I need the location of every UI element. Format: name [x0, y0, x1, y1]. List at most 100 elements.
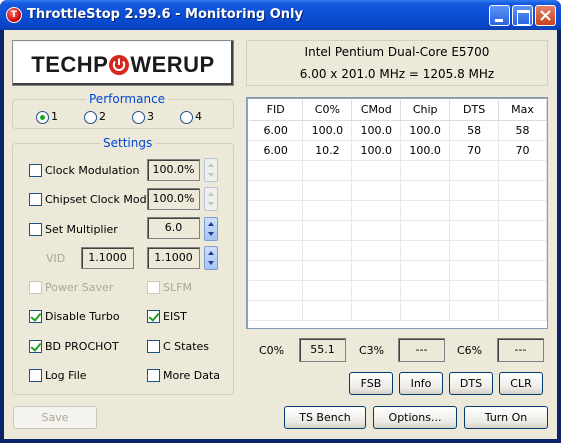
- performance-title: Performance: [86, 92, 169, 106]
- c-states-label: C States: [163, 340, 210, 353]
- bd-prochot-checkbox[interactable]: [29, 340, 42, 353]
- table-row: 6.00 100.0 100.0 100.0 58 58: [249, 120, 547, 141]
- clock-modulation-checkbox[interactable]: [29, 164, 42, 177]
- dts-button[interactable]: DTS: [449, 372, 493, 395]
- disable-turbo-label: Disable Turbo: [45, 310, 120, 323]
- eist-checkbox[interactable]: [147, 310, 160, 323]
- table-cell: 70: [449, 140, 500, 161]
- settings-title: Settings: [100, 136, 156, 150]
- c0-label: C0%: [259, 344, 285, 357]
- ts-bench-button[interactable]: TS Bench: [284, 406, 366, 429]
- minimize-button[interactable]: [489, 5, 510, 26]
- log-file-checkbox[interactable]: [29, 369, 42, 382]
- table-row: [249, 260, 547, 281]
- col-cmod-header: CMod: [351, 100, 402, 121]
- table-cell: 58: [449, 120, 500, 141]
- slfm-checkbox[interactable]: [147, 281, 160, 294]
- set-multiplier-spinner[interactable]: [204, 217, 218, 241]
- table-header-row: FID C0% CMod Chip DTS Max: [249, 100, 547, 121]
- col-c0-header: C0%: [302, 100, 353, 121]
- chipset-clock-mod-value: 100.0%: [147, 188, 200, 210]
- vid-label: VID: [46, 252, 66, 265]
- table-row: [249, 160, 547, 181]
- performance-radio-4-label: 4: [195, 110, 202, 123]
- table-cell: 6.00: [249, 120, 304, 141]
- client-area: TECHP WERUP Performance 1 2 3 4 Settings …: [4, 30, 557, 439]
- clock-modulation-label: Clock Modulation: [45, 164, 140, 177]
- close-button[interactable]: [535, 5, 556, 26]
- clock-modulation-value: 100.0%: [147, 159, 200, 181]
- monitor-table: FID C0% CMod Chip DTS Max 6.00 100.0 100…: [246, 97, 548, 329]
- chipset-clock-mod-spinner[interactable]: [204, 187, 218, 211]
- save-button[interactable]: Save: [13, 406, 97, 429]
- performance-radio-3-label: 3: [147, 110, 154, 123]
- spin-down-icon: [208, 173, 214, 177]
- table-row: [249, 220, 547, 241]
- fsb-button[interactable]: FSB: [349, 372, 393, 395]
- col-fid-header: FID: [249, 100, 304, 121]
- c-states-checkbox[interactable]: [147, 340, 160, 353]
- col-max-header: Max: [498, 100, 547, 121]
- close-icon: [540, 10, 551, 21]
- c6-value: ---: [497, 338, 544, 362]
- chipset-clock-mod-label: Chipset Clock Mod: [45, 193, 147, 206]
- table-row: [249, 300, 547, 321]
- table-cell: 100.0: [400, 120, 451, 141]
- power-saver-label: Power Saver: [45, 281, 114, 294]
- spin-down-icon: [208, 232, 214, 236]
- vid-spinner[interactable]: [204, 246, 218, 270]
- performance-radio-4[interactable]: [180, 111, 193, 124]
- table-cell: 100.0: [351, 140, 402, 161]
- cpu-frequency: 6.00 x 201.0 MHz = 1205.8 MHz: [299, 67, 495, 81]
- performance-radio-1[interactable]: [36, 111, 49, 124]
- performance-radio-2[interactable]: [84, 111, 97, 124]
- app-icon[interactable]: T: [6, 7, 22, 23]
- table-row: [249, 240, 547, 261]
- clock-modulation-spinner[interactable]: [204, 158, 218, 182]
- table-row: [249, 280, 547, 301]
- table-cell: 100.0: [400, 140, 451, 161]
- bd-prochot-label: BD PROCHOT: [45, 340, 119, 353]
- settings-group: Settings: [12, 136, 234, 395]
- performance-radio-3[interactable]: [132, 111, 145, 124]
- maximize-button[interactable]: [512, 5, 533, 26]
- table-cell: 70: [498, 140, 547, 161]
- performance-radio-1-label: 1: [51, 110, 58, 123]
- app-window: T ThrottleStop 2.99.6 - Monitoring Only …: [0, 0, 561, 443]
- set-multiplier-checkbox[interactable]: [29, 223, 42, 236]
- clr-button[interactable]: CLR: [499, 372, 543, 395]
- logo-text-right: WERUP: [130, 52, 215, 77]
- techpowerup-logo[interactable]: TECHP WERUP: [12, 40, 234, 86]
- spin-up-icon: [208, 163, 214, 167]
- cpu-name: Intel Pentium Dual-Core E5700: [304, 45, 490, 59]
- log-file-label: Log File: [45, 369, 87, 382]
- more-data-label: More Data: [163, 369, 221, 382]
- table-row: 6.00 10.2 100.0 100.0 70 70: [249, 140, 547, 161]
- set-multiplier-label: Set Multiplier: [45, 223, 118, 236]
- spin-down-icon: [208, 202, 214, 206]
- power-saver-checkbox[interactable]: [29, 281, 42, 294]
- vid-value-left: 1.1000: [81, 247, 134, 269]
- chipset-clock-mod-checkbox[interactable]: [29, 193, 42, 206]
- table-cell: 100.0: [351, 120, 402, 141]
- spin-up-icon: [208, 222, 214, 226]
- eist-label: EIST: [163, 310, 187, 323]
- c3-label: C3%: [359, 344, 385, 357]
- slfm-label: SLFM: [163, 281, 192, 294]
- table-cell: 58: [498, 120, 547, 141]
- c3-value: ---: [398, 338, 445, 362]
- table-cell: 10.2: [302, 140, 353, 161]
- vid-value-right: 1.1000: [147, 247, 200, 269]
- more-data-checkbox[interactable]: [147, 369, 160, 382]
- info-button[interactable]: Info: [399, 372, 443, 395]
- logo-text-left: TECHP: [31, 52, 109, 77]
- disable-turbo-checkbox[interactable]: [29, 310, 42, 323]
- title-bar[interactable]: T ThrottleStop 2.99.6 - Monitoring Only: [0, 0, 561, 30]
- options-button[interactable]: Options...: [373, 406, 457, 429]
- spin-up-icon: [208, 251, 214, 255]
- spin-up-icon: [208, 192, 214, 196]
- window-title: ThrottleStop 2.99.6 - Monitoring Only: [27, 7, 303, 22]
- set-multiplier-value: 6.0: [147, 217, 200, 239]
- power-icon: [109, 55, 130, 75]
- turn-on-button[interactable]: Turn On: [464, 406, 548, 429]
